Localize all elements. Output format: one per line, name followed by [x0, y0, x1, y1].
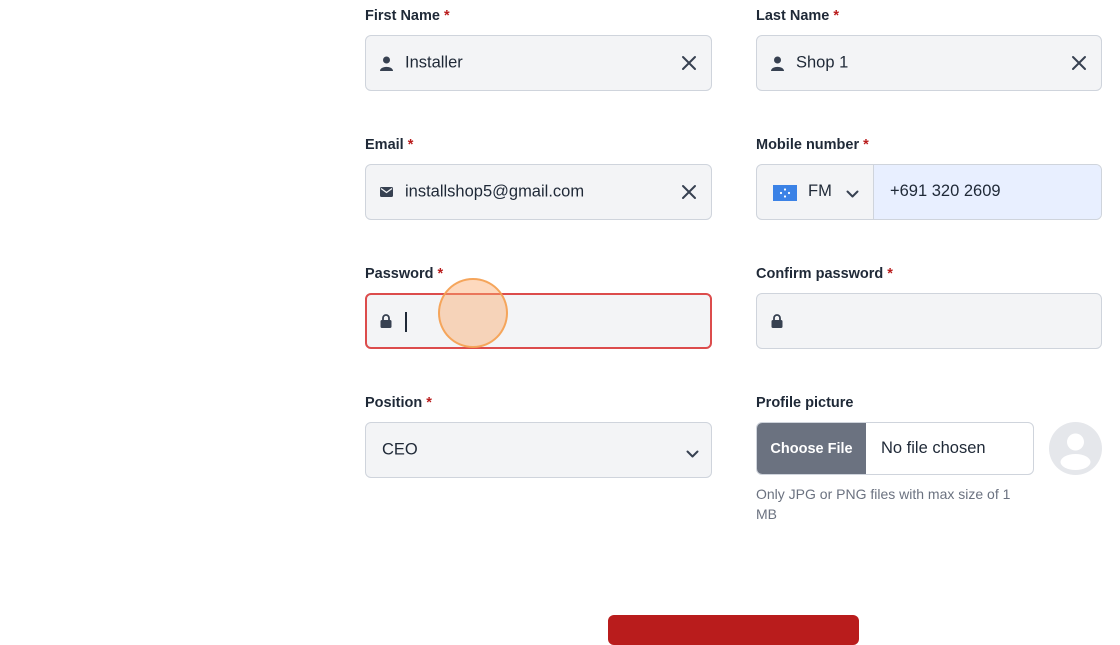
phone-input[interactable]: +691 320 2609: [874, 165, 1101, 219]
submit-button[interactable]: [608, 615, 859, 645]
required-mark: *: [437, 266, 444, 282]
mobile-label: Mobile number *: [756, 137, 869, 153]
click-indicator: [438, 278, 508, 348]
flag-icon: [773, 185, 797, 206]
lock-icon: [769, 313, 785, 329]
person-icon: [1060, 433, 1091, 470]
email-label: Email *: [365, 137, 414, 153]
phone-value: +691 320 2609: [890, 182, 1001, 200]
confirm-password-label: Confirm password *: [756, 266, 893, 282]
position-label: Position *: [365, 395, 432, 411]
first-name-field[interactable]: Installer: [365, 35, 712, 91]
password-label: Password *: [365, 266, 444, 282]
last-name-value: Shop 1: [796, 53, 849, 72]
mobile-field: FM +691 320 2609: [756, 164, 1102, 220]
country-code: FM: [808, 182, 832, 200]
last-name-label: Last Name *: [756, 8, 839, 24]
required-mark: *: [863, 137, 869, 153]
person-icon: [378, 55, 394, 71]
first-name-value: Installer: [405, 53, 463, 72]
country-select[interactable]: FM: [757, 165, 874, 219]
close-icon[interactable]: [681, 184, 697, 200]
first-name-label: First Name *: [365, 8, 450, 24]
position-select[interactable]: CEO: [365, 422, 712, 478]
profile-picture-label: Profile picture: [756, 395, 854, 411]
file-hint: Only JPG or PNG files with max size of 1…: [756, 486, 1011, 522]
choose-file-button[interactable]: Choose File: [757, 423, 866, 474]
confirm-password-field[interactable]: [756, 293, 1102, 349]
required-mark: *: [887, 266, 893, 282]
position-value: CEO: [382, 440, 418, 459]
required-mark: *: [833, 8, 839, 24]
email-value: installshop5@gmail.com: [405, 182, 585, 201]
mail-icon: [378, 184, 394, 200]
person-icon: [769, 55, 785, 71]
close-icon[interactable]: [1071, 55, 1087, 71]
required-mark: *: [426, 395, 432, 411]
text-cursor: [405, 312, 407, 332]
password-field[interactable]: [365, 293, 712, 349]
file-input[interactable]: Choose File No file chosen: [756, 422, 1034, 475]
close-icon[interactable]: [681, 55, 697, 71]
email-field[interactable]: installshop5@gmail.com: [365, 164, 712, 220]
chevron-down-icon: [846, 186, 859, 204]
chevron-down-icon: [686, 446, 699, 464]
file-status: No file chosen: [881, 439, 986, 457]
lock-icon: [378, 313, 394, 329]
last-name-field[interactable]: Shop 1: [756, 35, 1102, 91]
required-mark: *: [407, 137, 414, 153]
required-mark: *: [443, 8, 450, 24]
avatar-placeholder: [1049, 422, 1102, 475]
